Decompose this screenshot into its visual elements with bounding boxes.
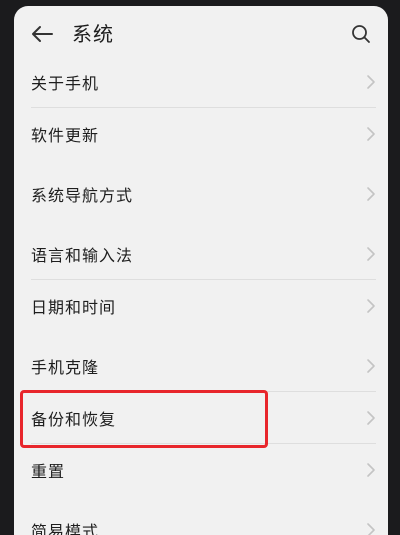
chevron-right-icon [367,75,375,89]
settings-item-label: 手机克隆 [31,358,100,377]
chevron-right-icon [367,247,375,261]
settings-item-label: 重置 [31,462,66,481]
settings-group: 关于手机 软件更新 [14,56,388,160]
settings-item-reset[interactable]: 重置 [14,444,388,496]
settings-item-language-input[interactable]: 语言和输入法 [14,228,388,280]
chevron-right-icon [367,299,375,313]
settings-item-about-phone[interactable]: 关于手机 [14,56,388,108]
settings-item-backup-restore[interactable]: 备份和恢复 [14,390,388,448]
settings-item-label: 日期和时间 [31,298,117,317]
chevron-right-icon [367,127,375,141]
settings-group: 语言和输入法 日期和时间 [14,228,388,332]
search-icon [352,25,370,43]
settings-group: 系统导航方式 [14,168,388,220]
settings-item-system-navigation[interactable]: 系统导航方式 [14,168,388,220]
chevron-right-icon [367,523,375,535]
chevron-right-icon [367,187,375,201]
settings-list: 关于手机 软件更新 系统导航方式 语言和输入法 日期和时间 手机克隆 备份和恢复 重置 简易模式 [14,56,388,535]
settings-item-phone-clone[interactable]: 手机克隆 [14,340,388,392]
chevron-right-icon [367,359,375,373]
arrow-left-icon [32,26,53,42]
back-button[interactable] [28,20,56,48]
phone-frame: 系统 关于手机 软件更新 系统导航方式 语言和输入法 日期和时间 手机克隆 备份和恢复 重置简… [0,0,400,535]
search-button[interactable] [348,21,374,47]
settings-item-label: 关于手机 [31,74,100,93]
chevron-right-icon [367,411,375,425]
settings-group: 手机克隆备份和恢复重置 [14,340,388,496]
settings-item-simple-mode[interactable]: 简易模式 [14,504,388,535]
settings-item-label: 系统导航方式 [31,186,134,205]
settings-group: 简易模式 [14,504,388,535]
page-title: 系统 [72,22,114,46]
settings-item-date-time[interactable]: 日期和时间 [14,280,388,332]
chevron-right-icon [367,463,375,477]
settings-item-label: 语言和输入法 [31,246,134,265]
settings-item-label: 备份和恢复 [31,410,117,429]
settings-item-label: 软件更新 [31,126,100,145]
settings-screen: 系统 关于手机 软件更新 系统导航方式 语言和输入法 日期和时间 手机克隆 备份和恢复 重置简… [14,6,388,535]
settings-item-label: 简易模式 [31,522,100,535]
settings-item-software-update[interactable]: 软件更新 [14,108,388,160]
